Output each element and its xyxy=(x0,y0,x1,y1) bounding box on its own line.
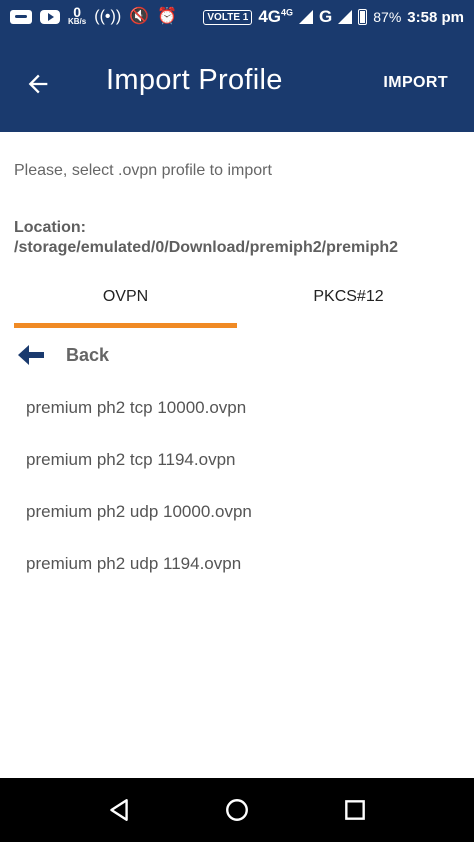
instruction-text: Please, select .ovpn profile to import xyxy=(14,162,272,179)
status-bar: 0 KB/s ((•)) 🔇 ⏰ VOLTE 1 4G4G G 87% 3:58… xyxy=(0,0,474,34)
data-rate: 0 KB/s xyxy=(68,4,87,27)
network-type: 4G4G xyxy=(258,7,293,27)
clock: 3:58 pm xyxy=(407,8,464,26)
signal-icon-2 xyxy=(338,10,353,24)
hotspot-icon: ((•)) xyxy=(94,8,122,25)
back-label: Back xyxy=(66,344,110,365)
list-item[interactable]: premium ph2 udp 1194.ovpn xyxy=(26,552,252,604)
location-path: Location: /storage/emulated/0/Download/p… xyxy=(14,219,399,256)
battery-percent: 87% xyxy=(373,9,402,25)
data-rate-unit: KB/s xyxy=(68,17,87,26)
arrow-left-bold-icon xyxy=(18,345,44,365)
list-item[interactable]: premium ph2 tcp 1194.ovpn xyxy=(26,448,252,500)
tab-bar: OVPN PKCS#12 xyxy=(14,280,460,328)
arrow-left-icon[interactable] xyxy=(24,70,52,98)
network-label: 4G xyxy=(258,7,282,26)
tab-pkcs12[interactable]: PKCS#12 xyxy=(237,280,460,328)
navigation-bar xyxy=(0,778,474,842)
network-g: G xyxy=(319,7,333,26)
square-recents-icon[interactable] xyxy=(342,797,368,823)
data-rate-value: 0 xyxy=(73,4,82,20)
tab-ovpn[interactable]: OVPN xyxy=(14,280,237,328)
app-bar: Import Profile IMPORT xyxy=(0,34,474,132)
list-item[interactable]: premium ph2 udp 10000.ovpn xyxy=(26,500,252,552)
alarm-icon: ⏰ xyxy=(157,8,177,25)
circle-home-icon[interactable] xyxy=(224,797,250,823)
signal-icon xyxy=(299,10,314,24)
back-row[interactable]: Back xyxy=(16,340,109,370)
mute-icon: 🔇 xyxy=(129,8,150,25)
messages-icon xyxy=(10,10,32,24)
volte-badge: VOLTE 1 xyxy=(203,9,253,25)
page-title: Import Profile xyxy=(106,64,283,96)
battery-icon xyxy=(358,9,368,25)
file-list: premium ph2 tcp 10000.ovpn premium ph2 t… xyxy=(26,396,252,604)
triangle-back-icon[interactable] xyxy=(106,797,132,823)
network-sup: 4G xyxy=(281,7,294,18)
list-item[interactable]: premium ph2 tcp 10000.ovpn xyxy=(26,396,252,448)
import-button[interactable]: IMPORT xyxy=(383,74,448,92)
youtube-icon xyxy=(40,10,60,24)
